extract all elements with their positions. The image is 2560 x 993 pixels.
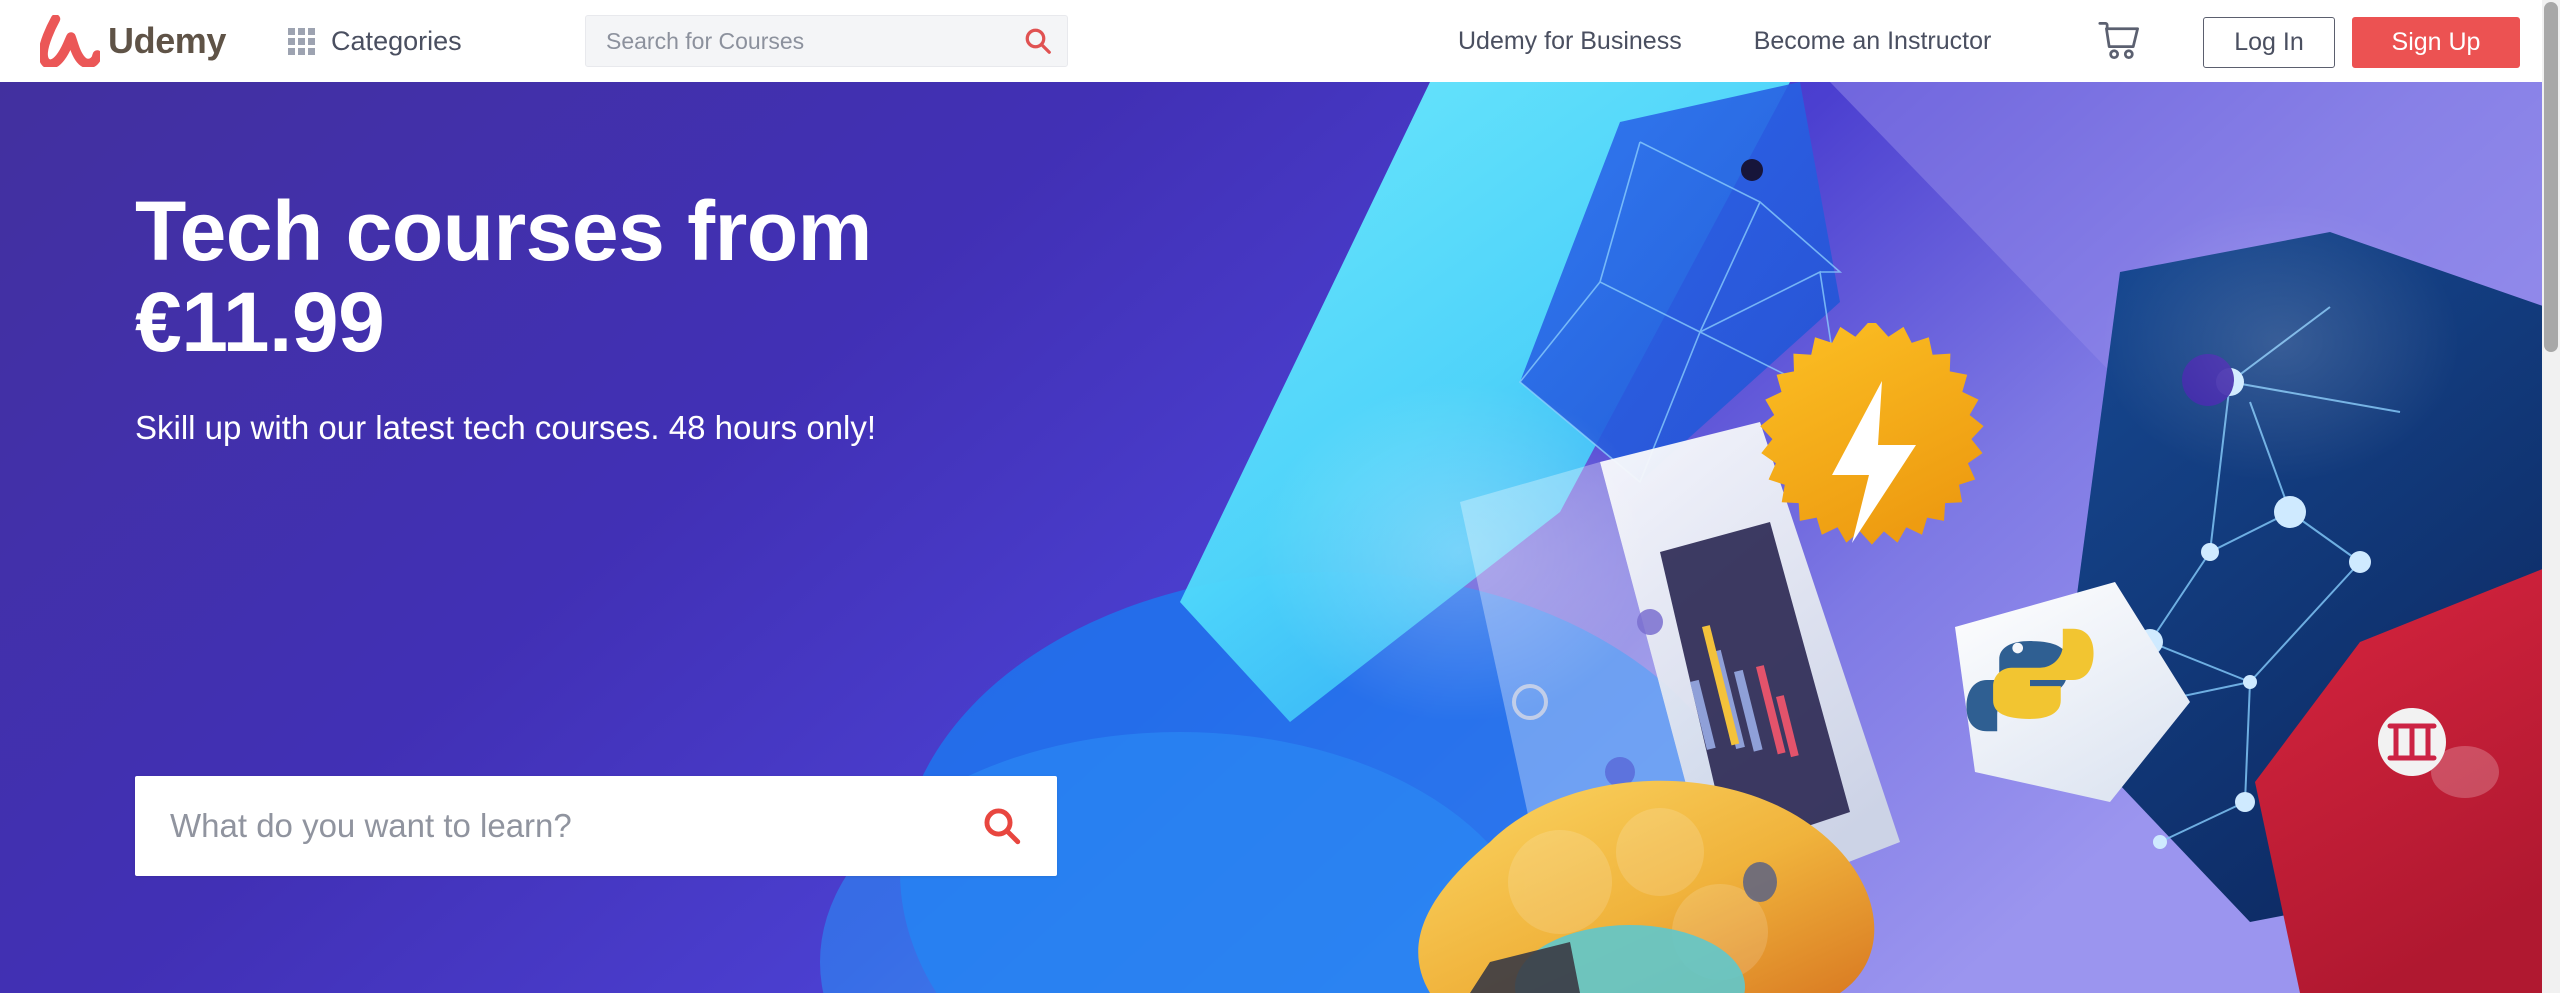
header-search-button[interactable] [1009, 16, 1067, 66]
nav-link-become-an-instructor[interactable]: Become an Instructor [1754, 28, 1992, 54]
hero-search-input[interactable] [135, 776, 947, 876]
header-search-input[interactable] [586, 16, 1009, 66]
hero-banner: Tech courses from €11.99 Skill up with o… [0, 82, 2560, 993]
cart-button[interactable] [2096, 0, 2144, 82]
hero-search-box[interactable] [135, 776, 1057, 876]
site-header: Udemy Categories Udemy for Business Beco… [0, 0, 2560, 82]
hero-copy: Tech courses from €11.99 Skill up with o… [135, 186, 1135, 450]
hero-title-line1: Tech courses from [135, 184, 872, 278]
hero-title-line2: €11.99 [135, 274, 385, 369]
categories-label: Categories [331, 25, 462, 56]
shopping-cart-icon [2098, 22, 2139, 60]
hero-search-button[interactable] [947, 776, 1057, 876]
page-scrollbar-thumb[interactable] [2544, 2, 2558, 352]
udemy-logo[interactable]: Udemy [40, 0, 226, 82]
login-button[interactable]: Log In [2203, 17, 2335, 68]
udemy-u-swoosh-logo-icon [40, 15, 100, 67]
categories-menu[interactable]: Categories [288, 0, 462, 82]
udemy-wordmark: Udemy [108, 20, 227, 61]
header-nav-links: Udemy for Business Become an Instructor [1458, 0, 1991, 82]
nav-link-udemy-for-business[interactable]: Udemy for Business [1458, 28, 1682, 54]
grid-icon [288, 27, 316, 55]
search-icon [984, 808, 1021, 845]
hero-subtitle: Skill up with our latest tech courses. 4… [135, 409, 877, 447]
header-search-box[interactable] [585, 15, 1068, 67]
hero-title: Tech courses from €11.99 [135, 186, 1135, 367]
signup-button[interactable]: Sign Up [2352, 17, 2520, 68]
search-icon [1025, 28, 1051, 54]
